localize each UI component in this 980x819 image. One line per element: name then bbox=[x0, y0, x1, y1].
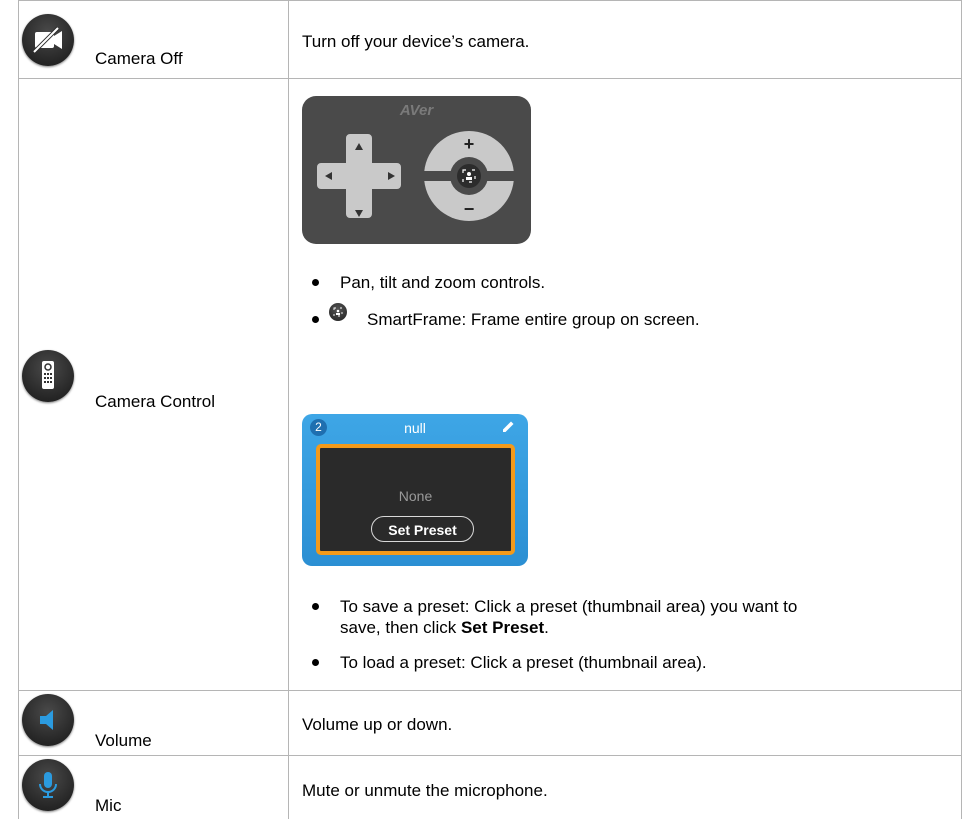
save-preset-suffix: . bbox=[544, 618, 549, 637]
ptz-control-pad: AVer + − bbox=[302, 96, 531, 244]
save-preset-line1: To save a preset: Click a preset (thumbn… bbox=[340, 597, 798, 616]
load-preset-text: To load a preset: Click a preset (thumbn… bbox=[340, 653, 707, 672]
ptz-bullet-text: Pan, tilt and zoom controls. bbox=[340, 273, 546, 292]
column-divider bbox=[288, 0, 289, 819]
table-left-border bbox=[18, 0, 19, 819]
dpad-graphic bbox=[317, 131, 518, 221]
bullet-dot bbox=[312, 316, 319, 323]
speaker-icon bbox=[22, 694, 74, 746]
preset-preview: None Set Preset bbox=[316, 444, 515, 555]
preset-name: null bbox=[404, 420, 426, 436]
row-divider bbox=[18, 78, 961, 79]
zoom-out-icon: − bbox=[463, 199, 475, 219]
microphone-icon bbox=[22, 759, 74, 811]
table-top-border bbox=[18, 0, 961, 1]
save-preset-prefix: save, then click bbox=[340, 618, 461, 637]
row-divider bbox=[18, 755, 961, 756]
preset-status: None bbox=[398, 488, 433, 504]
mic-description: Mute or unmute the microphone. bbox=[302, 781, 548, 800]
smartframe-bullet-text: SmartFrame: Frame entire group on screen… bbox=[367, 310, 700, 329]
smartframe-icon bbox=[329, 303, 347, 321]
camera-control-label: Camera Control bbox=[95, 392, 215, 411]
preset-thumbnail[interactable]: 2 null None Set Preset bbox=[302, 414, 528, 566]
row-divider bbox=[18, 690, 961, 691]
volume-label: Volume bbox=[95, 731, 152, 750]
camera-off-description: Turn off your device’s camera. bbox=[302, 32, 530, 51]
volume-description: Volume up or down. bbox=[302, 715, 453, 734]
edit-pencil-icon[interactable] bbox=[500, 419, 516, 435]
remote-control-icon bbox=[22, 350, 74, 402]
save-preset-line2: save, then click Set Preset. bbox=[340, 618, 549, 638]
bullet-dot bbox=[312, 659, 319, 666]
camera-off-label: Camera Off bbox=[95, 49, 183, 68]
set-preset-button[interactable]: Set Preset bbox=[371, 516, 474, 542]
bullet-dot bbox=[312, 603, 319, 610]
save-preset-bold: Set Preset bbox=[460, 618, 545, 637]
camera-off-icon bbox=[22, 14, 74, 66]
mic-label: Mic bbox=[95, 796, 122, 815]
zoom-in-icon: + bbox=[463, 134, 475, 154]
bullet-dot bbox=[312, 279, 319, 286]
table-right-border bbox=[961, 0, 962, 819]
